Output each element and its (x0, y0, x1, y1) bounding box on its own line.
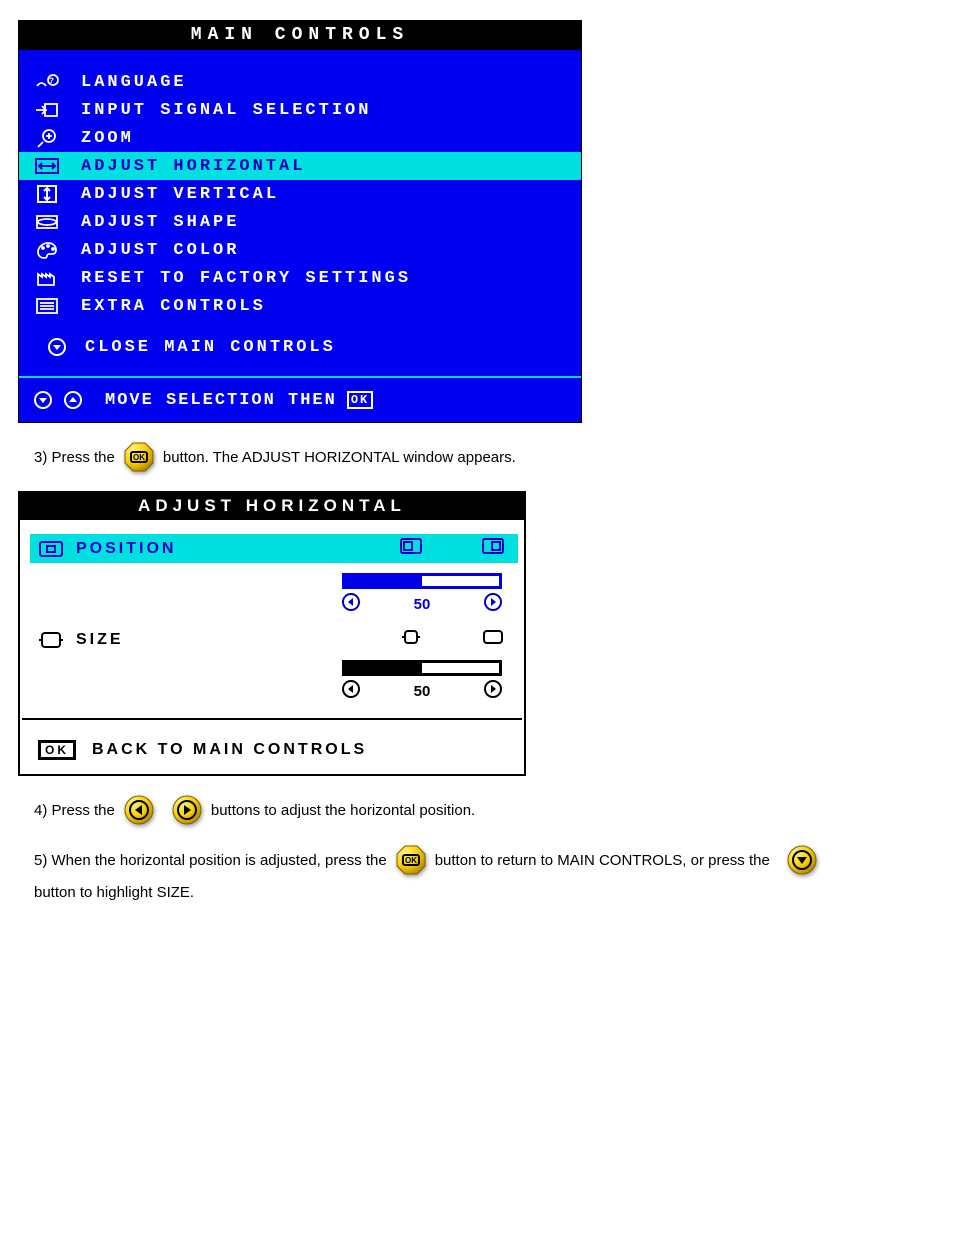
close-main-controls-label: CLOSE MAIN CONTROLS (85, 338, 336, 357)
main-controls-panel: MAIN CONTROLS ? LANGUAGE INPUT SIGNAL SE… (18, 20, 582, 423)
adjust-row-size[interactable]: SIZE 50 (20, 621, 524, 708)
back-label: BACK TO MAIN CONTROLS (92, 741, 367, 759)
menu-item-input[interactable]: INPUT SIGNAL SELECTION (19, 96, 581, 124)
menu-item-adjust-color[interactable]: ADJUST COLOR (19, 236, 581, 264)
adjust-horizontal-title: ADJUST HORIZONTAL (20, 493, 524, 520)
footer-text: MOVE SELECTION THEN (105, 391, 337, 410)
menu-item-label: ADJUST SHAPE (81, 213, 239, 232)
menu-item-zoom[interactable]: ZOOM (19, 124, 581, 152)
main-controls-footer: MOVE SELECTION THEN OK (19, 380, 581, 422)
menu-item-adjust-vertical[interactable]: ADJUST VERTICAL (19, 180, 581, 208)
extra-controls-icon (33, 295, 61, 317)
svg-text:OK: OK (405, 856, 417, 865)
adjust-separator (22, 718, 522, 720)
menu-item-label: LANGUAGE (81, 73, 187, 92)
factory-icon (33, 267, 61, 289)
main-controls-separator (19, 376, 581, 378)
ok-icon: OK (347, 391, 373, 409)
menu-item-extra-controls[interactable]: EXTRA CONTROLS (19, 292, 581, 320)
adjust-row-position[interactable]: POSITION 50 (20, 530, 524, 621)
menu-item-label: RESET TO FACTORY SETTINGS (81, 269, 411, 288)
up-arrow-icon (63, 390, 83, 410)
adjust-value: 50 (414, 596, 431, 613)
zoom-icon (33, 127, 61, 149)
left-arrow-icon[interactable] (342, 593, 360, 615)
menu-item-adjust-shape[interactable]: ADJUST SHAPE (19, 208, 581, 236)
position-icon (38, 540, 64, 558)
adjust-value: 50 (414, 683, 431, 700)
adjust-vertical-icon (33, 183, 61, 205)
menu-item-reset-factory[interactable]: RESET TO FACTORY SETTINGS (19, 264, 581, 292)
adjust-row-label: POSITION (76, 540, 176, 558)
close-down-icon (43, 336, 71, 358)
menu-item-adjust-horizontal[interactable]: ADJUST HORIZONTAL (19, 152, 581, 180)
menu-item-label: ADJUST VERTICAL (81, 185, 279, 204)
hw-left-button[interactable] (123, 794, 155, 826)
size-narrow-icon (400, 629, 422, 650)
size-wide-icon (482, 629, 504, 650)
main-controls-menu: ? LANGUAGE INPUT SIGNAL SELECTION ZOOM A… (19, 50, 581, 374)
language-icon: ? (33, 71, 61, 93)
back-to-main-controls[interactable]: OK BACK TO MAIN CONTROLS (20, 730, 524, 774)
adjust-shape-icon (33, 211, 61, 233)
ok-icon: OK (38, 740, 76, 760)
left-arrow-icon[interactable] (342, 680, 360, 702)
hw-down-button[interactable] (786, 844, 818, 876)
down-arrow-icon (33, 390, 53, 410)
shift-left-icon (400, 538, 422, 559)
main-controls-title: MAIN CONTROLS (19, 21, 581, 50)
step-3-text: 3) Press the OK button. The ADJUST HORIZ… (34, 441, 936, 473)
menu-item-label: INPUT SIGNAL SELECTION (81, 101, 371, 120)
menu-item-label: ZOOM (81, 129, 134, 148)
input-icon (33, 99, 61, 121)
adjust-row-label: SIZE (76, 631, 124, 649)
size-icon (38, 631, 64, 649)
menu-item-language[interactable]: ? LANGUAGE (19, 68, 581, 96)
step-4-text: 4) Press the buttons to adjust the horiz… (34, 794, 936, 826)
menu-item-label: ADJUST HORIZONTAL (81, 157, 305, 176)
menu-item-label: ADJUST COLOR (81, 241, 239, 260)
right-arrow-icon[interactable] (484, 593, 502, 615)
svg-text:?: ? (49, 77, 57, 86)
step-5-text: 5) When the horizontal position is adjus… (34, 844, 934, 901)
menu-item-label: EXTRA CONTROLS (81, 297, 266, 316)
hw-ok-button[interactable]: OK (123, 441, 155, 473)
adjust-horizontal-panel: ADJUST HORIZONTAL POSITION 50 (18, 491, 526, 776)
close-main-controls[interactable]: CLOSE MAIN CONTROLS (19, 320, 581, 374)
hw-right-button[interactable] (171, 794, 203, 826)
svg-text:OK: OK (133, 453, 145, 462)
adjust-horizontal-icon (33, 155, 61, 177)
hw-ok-button[interactable]: OK (395, 844, 427, 876)
shift-right-icon (482, 538, 504, 559)
right-arrow-icon[interactable] (484, 680, 502, 702)
adjust-color-icon (33, 239, 61, 261)
